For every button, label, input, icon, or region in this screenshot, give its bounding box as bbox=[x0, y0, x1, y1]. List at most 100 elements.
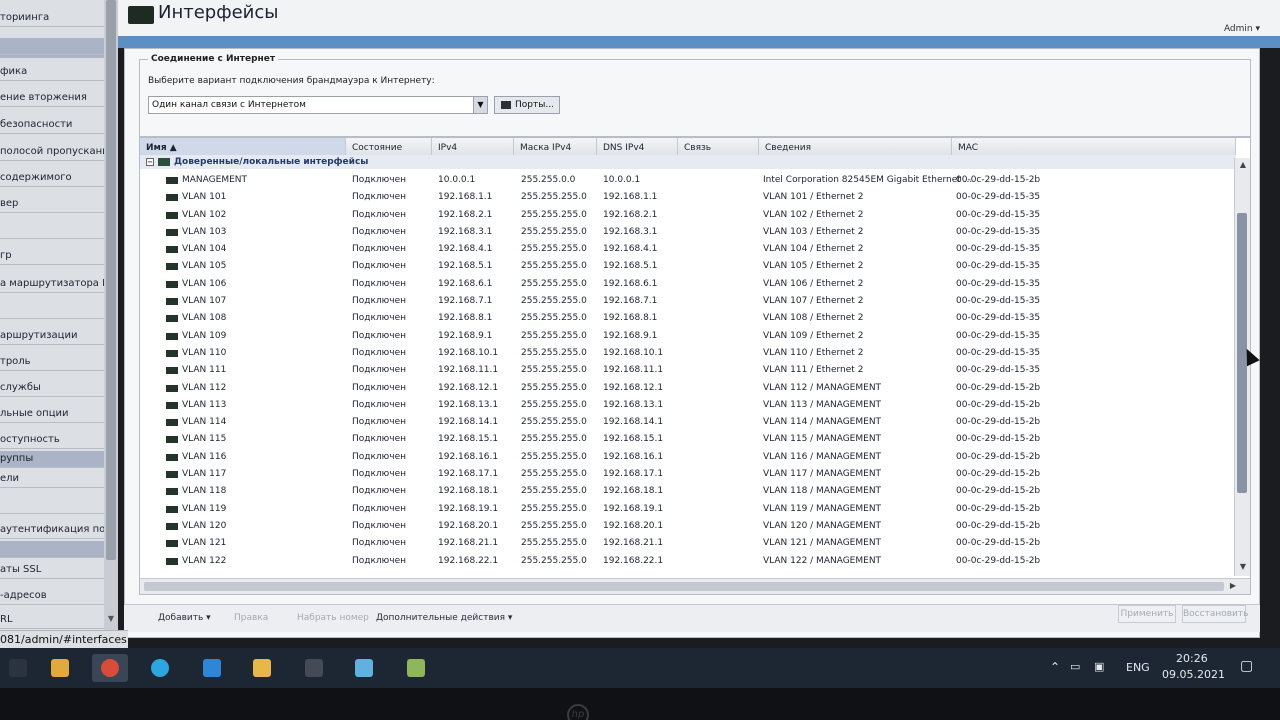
sidebar-item[interactable]: льные опции bbox=[0, 406, 104, 422]
table-row[interactable]: MANAGEMENT Подключен 10.0.0.1 255.255.0.0 10… bbox=[140, 172, 1236, 189]
table-row[interactable]: VLAN 102 Подключен 192.168.2.1 255.255.255.… bbox=[140, 207, 1236, 224]
table-row[interactable]: VLAN 117 Подключен 192.168.17.1 255.255.255… bbox=[140, 466, 1236, 483]
sidebar-item[interactable] bbox=[0, 38, 104, 58]
taskbar-button[interactable] bbox=[0, 654, 36, 682]
cell-info: Intel Corporation 82545EM Gigabit Ethern… bbox=[763, 175, 973, 185]
table-row[interactable]: VLAN 103 Подключен 192.168.3.1 255.255.255.… bbox=[140, 224, 1236, 241]
sidebar-item[interactable]: ели bbox=[0, 471, 104, 487]
table-row[interactable]: VLAN 121 Подключен 192.168.21.1 255.255.255… bbox=[140, 535, 1236, 552]
taskbar-button[interactable] bbox=[194, 654, 230, 682]
cell-dns: 192.168.22.1 bbox=[603, 555, 664, 566]
scroll-up-icon[interactable]: ▲ bbox=[1240, 160, 1246, 169]
table-row[interactable]: VLAN 113 Подключен 192.168.13.1 255.255.255… bbox=[140, 397, 1236, 414]
internet-connection-group: Соединение с Интернет Выберите вариант п… bbox=[139, 54, 1251, 137]
sidebar-item[interactable]: ение вторжения bbox=[0, 90, 104, 106]
table-row[interactable]: VLAN 118 Подключен 192.168.18.1 255.255.255… bbox=[140, 483, 1236, 500]
table-row[interactable]: VLAN 109 Подключен 192.168.9.1 255.255.255.… bbox=[140, 328, 1236, 345]
dial-button[interactable]: Набрать номер bbox=[297, 613, 369, 623]
sidebar-scroll-down-icon[interactable]: ▼ bbox=[106, 614, 116, 624]
cell-mac: 00-0c-29-dd-15-35 bbox=[956, 347, 1041, 358]
table-row[interactable]: VLAN 108 Подключен 192.168.8.1 255.255.255.… bbox=[140, 310, 1236, 327]
cell-mac: 00-0c-29-dd-15-2b bbox=[956, 175, 1041, 185]
table-row[interactable]: VLAN 110 Подключен 192.168.10.1 255.255.255… bbox=[140, 345, 1236, 362]
table-row[interactable]: VLAN 101 Подключен 192.168.1.1 255.255.255.… bbox=[140, 189, 1236, 206]
taskbar-button[interactable] bbox=[244, 654, 280, 682]
chevron-down-icon[interactable]: ▼ bbox=[473, 97, 487, 113]
table-row[interactable]: VLAN 106 Подключен 192.168.6.1 255.255.255.… bbox=[140, 276, 1236, 293]
taskbar-button[interactable] bbox=[296, 654, 332, 682]
battery-icon[interactable]: ▭ bbox=[1070, 660, 1080, 673]
table-row[interactable]: VLAN 122 Подключен 192.168.22.1 255.255.255… bbox=[140, 553, 1236, 570]
sidebar-item[interactable] bbox=[0, 222, 104, 238]
table-row[interactable]: VLAN 114 Подключен 192.168.14.1 255.255.255… bbox=[140, 414, 1236, 431]
cell-ipv4: 192.168.3.1 bbox=[438, 226, 493, 237]
ports-button[interactable]: Порты... bbox=[494, 96, 560, 114]
table-row[interactable]: VLAN 116 Подключен 192.168.16.1 255.255.255… bbox=[140, 449, 1236, 466]
restore-button[interactable]: Восстановить bbox=[1182, 605, 1248, 623]
language-indicator[interactable]: ENG bbox=[1126, 661, 1150, 674]
clock-date[interactable]: 09.05.2021 bbox=[1162, 668, 1225, 681]
sidebar-item[interactable]: полосой пропускания bbox=[0, 144, 104, 160]
network-adapter-icon bbox=[166, 488, 178, 496]
chevron-up-icon[interactable]: ⌃ bbox=[1050, 660, 1060, 674]
table-row[interactable]: VLAN 104 Подключен 192.168.4.1 255.255.255.… bbox=[140, 241, 1236, 258]
cell-ipv4: 192.168.20.1 bbox=[438, 520, 499, 531]
apply-button[interactable]: Применить bbox=[1118, 605, 1176, 623]
sidebar-item[interactable]: аутентификация польз bbox=[0, 522, 104, 538]
sidebar-scrollbar-thumb[interactable] bbox=[106, 0, 116, 560]
scroll-right-icon[interactable]: ▶ bbox=[1230, 581, 1236, 590]
network-icon[interactable]: ▣ bbox=[1094, 660, 1104, 673]
sidebar-item[interactable]: аты SSL bbox=[0, 562, 104, 578]
cell-ipv4: 192.168.10.1 bbox=[438, 347, 499, 358]
add-button[interactable]: Добавить ▾ bbox=[158, 613, 211, 623]
network-adapter-icon bbox=[166, 453, 178, 461]
sidebar-item[interactable]: RL bbox=[0, 612, 104, 628]
sidebar-item[interactable]: руппы bbox=[0, 451, 104, 467]
table-row[interactable]: VLAN 115 Подключен 192.168.15.1 255.255.255… bbox=[140, 431, 1236, 448]
sidebar-item[interactable]: гр bbox=[0, 248, 104, 264]
scroll-down-icon[interactable]: ▼ bbox=[1240, 562, 1246, 571]
notification-icon[interactable]: ▢ bbox=[1240, 658, 1253, 674]
clock-time[interactable]: 20:26 bbox=[1176, 652, 1208, 665]
main-panel: Соединение с Интернет Выберите вариант п… bbox=[124, 48, 1260, 638]
more-actions-button[interactable]: Дополнительные действия ▾ bbox=[376, 613, 512, 623]
cell-info: VLAN 107 / Ethernet 2 bbox=[763, 296, 864, 307]
sidebar-item[interactable]: аршрутизации bbox=[0, 328, 104, 344]
sidebar-item[interactable]: фика bbox=[0, 64, 104, 80]
sidebar-item[interactable]: -адресов bbox=[0, 588, 104, 604]
table-row[interactable]: VLAN 107 Подключен 192.168.7.1 255.255.255.… bbox=[140, 293, 1236, 310]
table-row[interactable]: VLAN 119 Подключен 192.168.19.1 255.255.255… bbox=[140, 501, 1236, 518]
sidebar-item[interactable]: безопасности bbox=[0, 117, 104, 133]
table-row[interactable]: VLAN 112 Подключен 192.168.12.1 255.255.255… bbox=[140, 380, 1236, 397]
table-horizontal-scrollbar-thumb[interactable] bbox=[144, 582, 1224, 591]
taskbar-button[interactable] bbox=[398, 654, 434, 682]
cell-mask: 255.255.255.0 bbox=[521, 261, 587, 272]
sidebar-item[interactable]: оступность bbox=[0, 432, 104, 448]
sidebar-divider bbox=[0, 238, 104, 239]
taskbar-button[interactable] bbox=[92, 654, 128, 682]
admin-menu[interactable]: Admin ▾ bbox=[1224, 24, 1260, 34]
cell-name: VLAN 110 bbox=[182, 347, 227, 358]
sidebar-item[interactable] bbox=[0, 302, 104, 318]
table-row[interactable]: VLAN 111 Подключен 192.168.11.1 255.255.255… bbox=[140, 362, 1236, 379]
taskbar-button[interactable] bbox=[346, 654, 382, 682]
sidebar-item[interactable] bbox=[0, 541, 104, 557]
sidebar-item[interactable]: содержимого bbox=[0, 170, 104, 186]
sidebar-item[interactable]: вер bbox=[0, 196, 104, 212]
table-row[interactable]: VLAN 105 Подключен 192.168.5.1 255.255.255.… bbox=[140, 258, 1236, 275]
cell-dns: 192.168.8.1 bbox=[603, 313, 658, 324]
sidebar-item[interactable]: а маршрутизатора IPv6 bbox=[0, 276, 104, 292]
connection-select[interactable]: Один канал связи с Интернетом ▼ bbox=[148, 96, 488, 114]
table-horizontal-scrollbar[interactable]: ▶ bbox=[140, 578, 1250, 594]
sidebar-item[interactable]: службы bbox=[0, 380, 104, 396]
collapse-icon[interactable]: − bbox=[146, 157, 154, 166]
taskbar-button[interactable] bbox=[42, 654, 78, 682]
sidebar-item[interactable]: ториинга bbox=[0, 10, 104, 26]
table-row[interactable]: VLAN 120 Подключен 192.168.20.1 255.255.255… bbox=[140, 518, 1236, 535]
system-tray: ⌃ ▭ ▣ ENG 20:26 09.05.2021 ▢ bbox=[1040, 648, 1280, 688]
sidebar-item[interactable]: троль bbox=[0, 354, 104, 370]
edit-button[interactable]: Правка bbox=[234, 613, 268, 623]
taskbar-button[interactable] bbox=[142, 654, 178, 682]
sidebar-item[interactable] bbox=[0, 497, 104, 513]
group-row[interactable]: − Доверенные/локальные интерфейсы bbox=[140, 155, 1236, 169]
